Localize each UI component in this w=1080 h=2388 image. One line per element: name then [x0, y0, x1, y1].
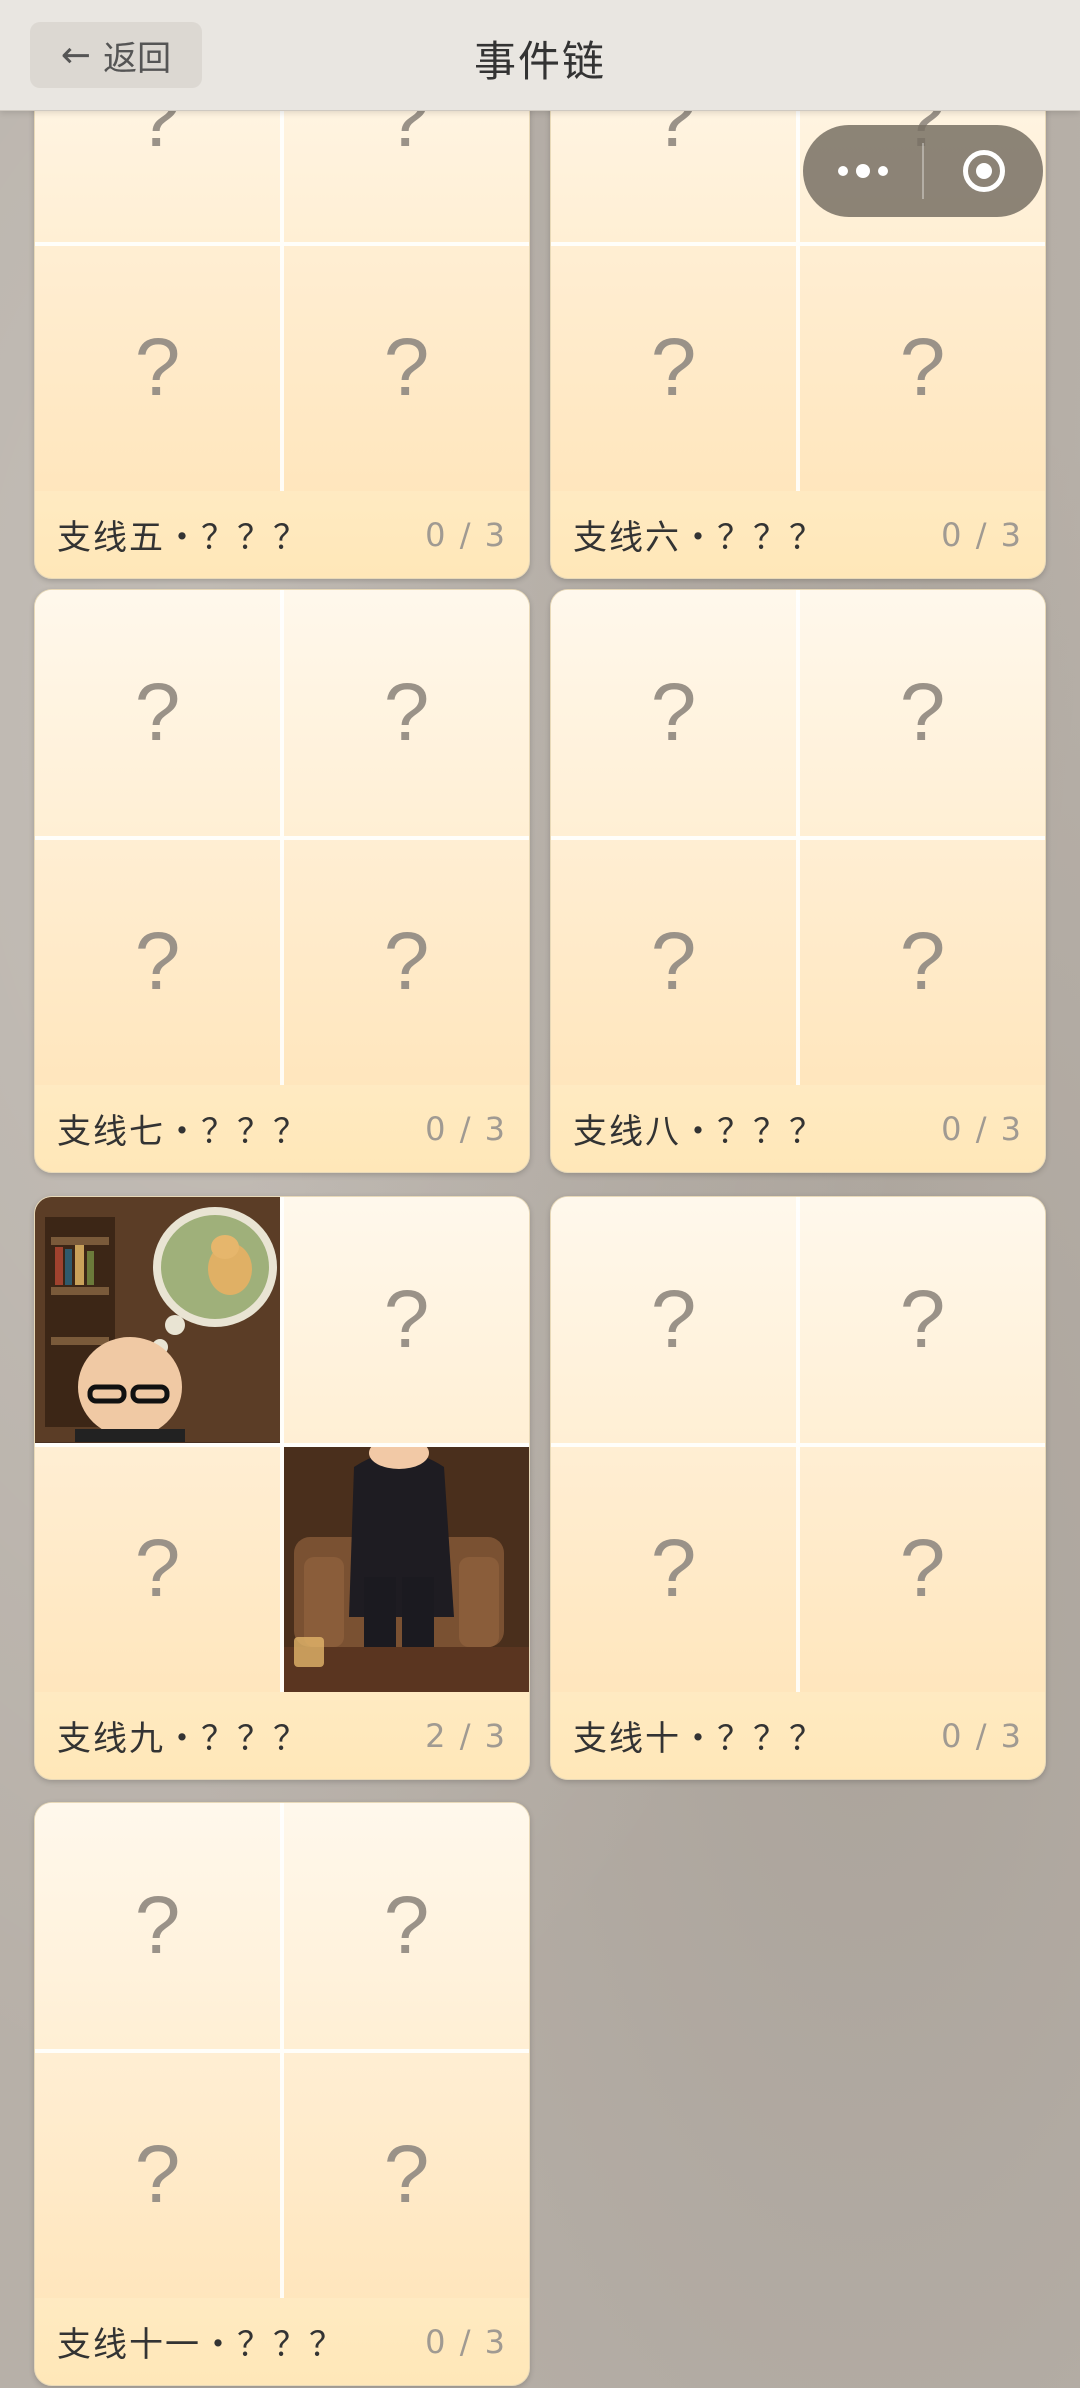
- card-footer: 支线九・？？？ 2 / 3: [35, 1692, 529, 1779]
- event-card-9[interactable]: ? ? 支线九・？？？ 2 / 3: [34, 1196, 530, 1780]
- locked-cell: ?: [35, 590, 280, 836]
- unlocked-image-bald-man-thinking-of-dog: [35, 1197, 280, 1443]
- locked-cell: ?: [35, 245, 280, 491]
- card-title: 支线八・？？？: [573, 1112, 825, 1152]
- locked-cell: ?: [551, 1446, 796, 1692]
- card-image-grid: ? ? ? ?: [551, 1197, 1045, 1692]
- locked-cell: ?: [551, 839, 796, 1085]
- locked-cell: ?: [284, 245, 529, 491]
- more-button[interactable]: [803, 125, 922, 217]
- card-image-grid: ? ? ? ?: [35, 1803, 529, 2298]
- card-progress: 0 / 3: [425, 515, 507, 554]
- locked-cell: ?: [551, 245, 796, 491]
- event-card-11[interactable]: ? ? ? ? 支线十一・？？？ 0 / 3: [34, 1802, 530, 2386]
- card-title: 支线六・？？？: [573, 518, 825, 558]
- card-progress: 0 / 3: [941, 515, 1023, 554]
- card-progress: 0 / 3: [425, 1109, 507, 1148]
- card-title: 支线九・？？？: [57, 1719, 309, 1759]
- card-progress: 0 / 3: [941, 1716, 1023, 1755]
- miniprogram-capsule: [803, 125, 1043, 217]
- card-title: 支线十・？？？: [573, 1719, 825, 1759]
- card-image-grid: ? ? ? ?: [35, 590, 529, 1085]
- card-title: 支线七・？？？: [57, 1112, 309, 1152]
- locked-cell: ?: [800, 1446, 1045, 1692]
- card-progress: 2 / 3: [425, 1716, 507, 1755]
- page-title: 事件链: [473, 37, 606, 86]
- more-dots-icon: [837, 164, 888, 178]
- card-title: 支线十一・？？？: [57, 2325, 345, 2365]
- nav-bar: ← 返回 事件链: [0, 0, 1080, 111]
- card-image-grid: ? ?: [35, 1197, 529, 1692]
- locked-cell: ?: [284, 1197, 529, 1443]
- locked-cell: ?: [800, 839, 1045, 1085]
- locked-cell: ?: [284, 1803, 529, 2049]
- locked-cell: ?: [35, 1446, 280, 1692]
- unlocked-image-person-in-armchair: [284, 1446, 529, 1692]
- card-image-grid: ? ? ? ?: [551, 590, 1045, 1085]
- illustration-bald-man: [35, 1197, 280, 1443]
- target-circle-icon: [962, 150, 1005, 192]
- locked-cell: ?: [284, 590, 529, 836]
- event-card-8[interactable]: ? ? ? ? 支线八・？？？ 0 / 3: [550, 589, 1046, 1173]
- event-card-10[interactable]: ? ? ? ? 支线十・？？？ 0 / 3: [550, 1196, 1046, 1780]
- card-footer: 支线十・？？？ 0 / 3: [551, 1692, 1045, 1779]
- card-footer: 支线六・？？？ 0 / 3: [551, 491, 1045, 578]
- locked-cell: ?: [35, 2052, 280, 2298]
- illustration-armchair: [284, 1446, 529, 1692]
- card-footer: 支线七・？？？ 0 / 3: [35, 1085, 529, 1172]
- locked-cell: ?: [551, 590, 796, 836]
- card-footer: 支线十一・？？？ 0 / 3: [35, 2298, 529, 2385]
- locked-cell: ?: [800, 1197, 1045, 1443]
- locked-cell: ?: [800, 590, 1045, 836]
- card-progress: 0 / 3: [425, 2322, 507, 2361]
- card-footer: 支线八・？？？ 0 / 3: [551, 1085, 1045, 1172]
- locked-cell: ?: [35, 1803, 280, 2049]
- locked-cell: ?: [551, 1197, 796, 1443]
- event-card-7[interactable]: ? ? ? ? 支线七・？？？ 0 / 3: [34, 589, 530, 1173]
- locked-cell: ?: [800, 245, 1045, 491]
- locked-cell: ?: [35, 839, 280, 1085]
- card-title: 支线五・？？？: [57, 518, 309, 558]
- locked-cell: ?: [284, 839, 529, 1085]
- close-miniprogram-button[interactable]: [924, 125, 1043, 217]
- card-progress: 0 / 3: [941, 1109, 1023, 1148]
- card-footer: 支线五・？？？ 0 / 3: [35, 491, 529, 578]
- locked-cell: ?: [284, 2052, 529, 2298]
